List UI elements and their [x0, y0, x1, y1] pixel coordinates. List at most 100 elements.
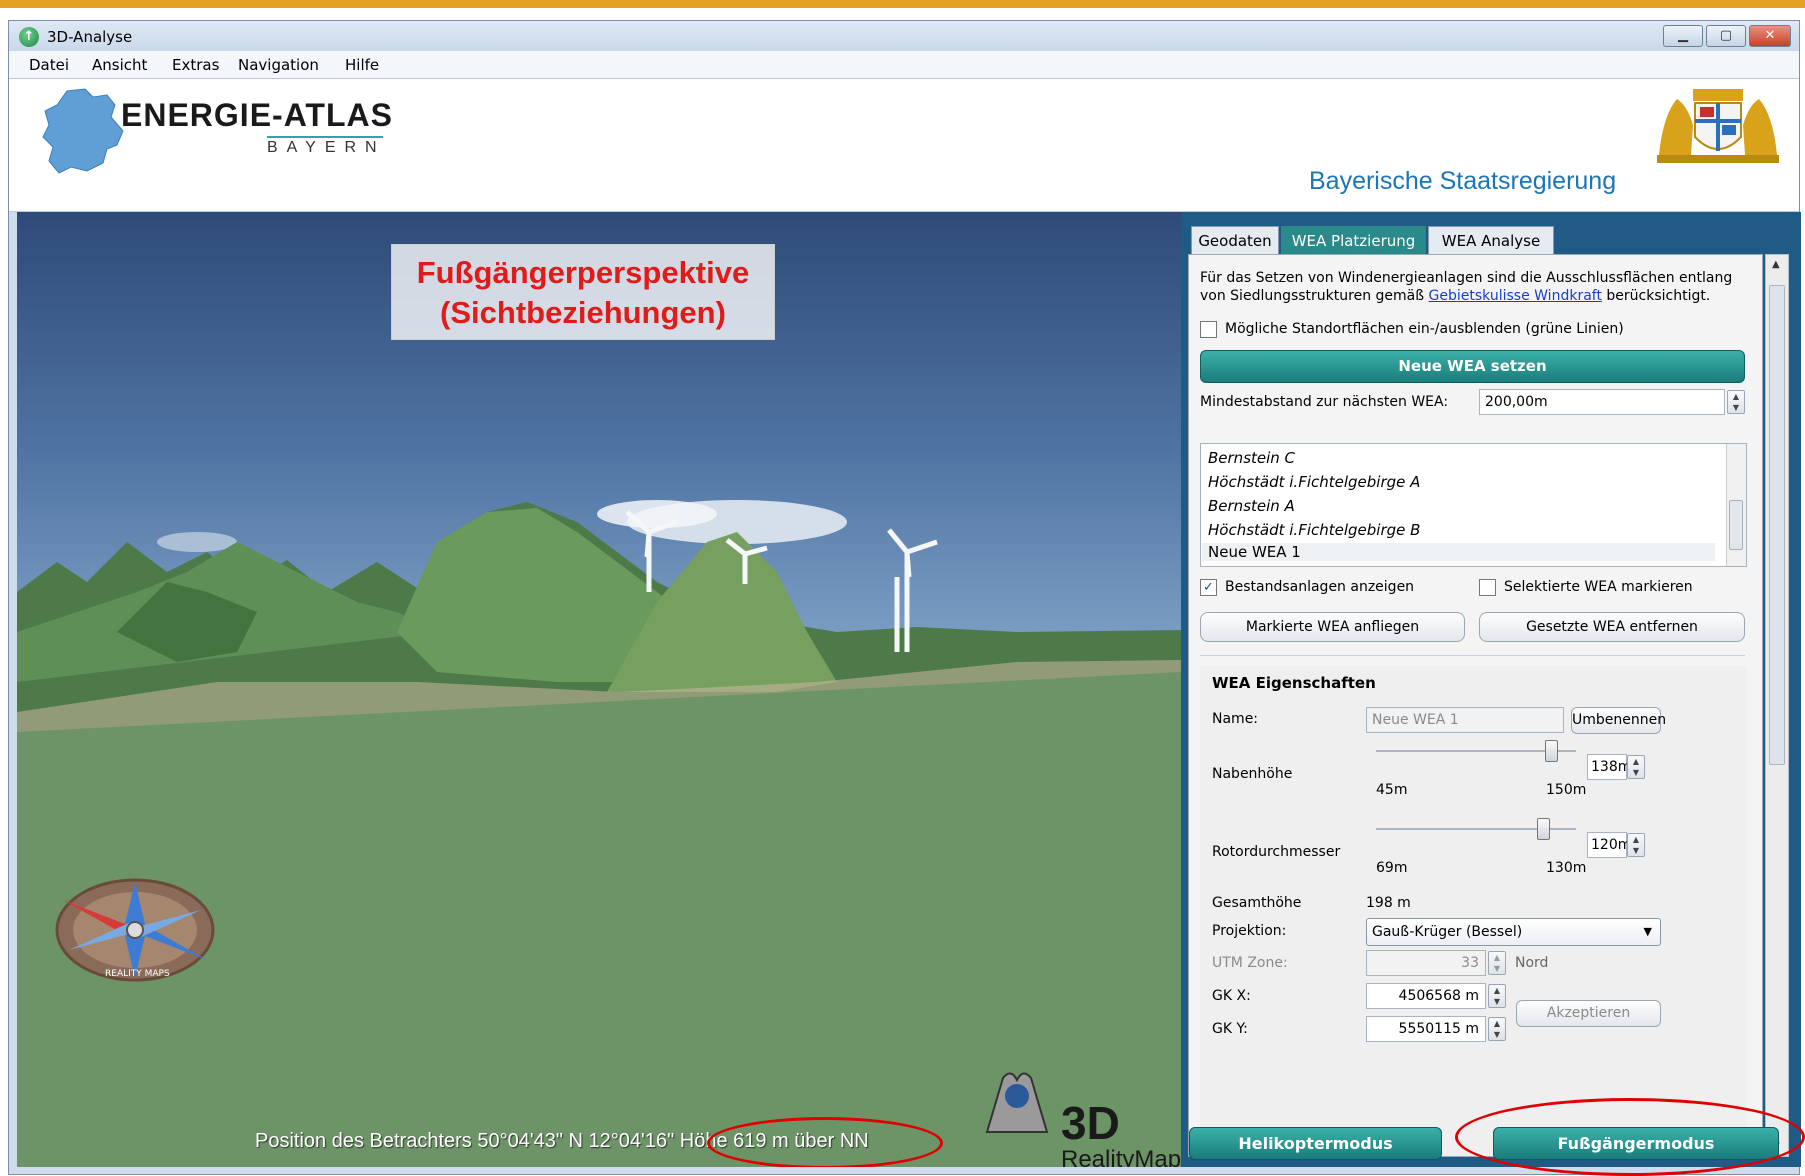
callout-line-1: Fußgängerperspektive: [416, 255, 750, 290]
chevron-down-icon: ▼: [1643, 925, 1652, 938]
projection-select[interactable]: Gauß-Krüger (Bessel) ▼: [1366, 918, 1661, 946]
divider: [1200, 655, 1745, 656]
logo-divider: [267, 136, 383, 138]
projection-label: Projektion:: [1212, 923, 1287, 939]
realitymaps-brand: 3D RealityMaps: [1061, 1100, 1181, 1167]
utm-label: UTM Zone:: [1212, 955, 1288, 971]
panel-scrollbar[interactable]: ▲ ▼: [1765, 254, 1789, 1157]
utm-hemisphere: Nord: [1515, 955, 1549, 971]
projection-value: Gauß-Krüger (Bessel): [1372, 924, 1523, 940]
hub-height-slider-handle[interactable]: [1545, 740, 1558, 762]
gkx-stepper[interactable]: ▲ ▼: [1488, 984, 1506, 1008]
side-panel: Geodaten WEA Platzierung WEA Analyse Für…: [1181, 212, 1801, 1167]
name-input[interactable]: Neue WEA 1: [1366, 707, 1564, 733]
placement-hint: Für das Setzen von Windenergieanlagen si…: [1200, 269, 1740, 305]
government-name: Bayerische Staatsregierung: [1309, 167, 1617, 195]
wea-list-scrollbar[interactable]: [1726, 444, 1746, 566]
gky-stepper[interactable]: ▲ ▼: [1488, 1017, 1506, 1041]
menu-extras[interactable]: Extras: [172, 56, 219, 74]
gebietskulisse-link[interactable]: Gebietskulisse Windkraft: [1429, 288, 1602, 304]
list-item[interactable]: Höchstädt i.Fichtelgebirge A: [1208, 473, 1420, 491]
new-wea-button[interactable]: Neue WEA setzen: [1200, 350, 1745, 383]
accept-button[interactable]: Akzeptieren: [1516, 1000, 1661, 1027]
brand-3d: 3D: [1061, 1097, 1120, 1149]
menu-ansicht[interactable]: Ansicht: [92, 56, 147, 74]
logo-subtitle: BAYERN: [267, 139, 386, 156]
remove-wea-button[interactable]: Gesetzte WEA entfernen: [1479, 612, 1745, 642]
min-distance-label: Mindestabstand zur nächsten WEA:: [1200, 394, 1449, 410]
list-item[interactable]: Höchstädt i.Fichtelgebirge B: [1208, 521, 1420, 539]
hub-height-label: Nabenhöhe: [1212, 766, 1293, 782]
tab-geodaten[interactable]: Geodaten: [1191, 226, 1279, 254]
hub-height-input[interactable]: 138m: [1587, 754, 1631, 780]
rotor-stepper[interactable]: ▲ ▼: [1627, 833, 1645, 857]
fly-to-button[interactable]: Markierte WEA anfliegen: [1200, 612, 1465, 642]
annotation-ellipse-height: [707, 1117, 943, 1167]
hub-height-stepper[interactable]: ▲ ▼: [1627, 755, 1645, 779]
menu-bar: Datei Ansicht Extras Navigation Hilfe: [9, 51, 1799, 79]
mark-selected-checkbox[interactable]: [1479, 579, 1496, 596]
tab-wea-platzierung[interactable]: WEA Platzierung: [1281, 226, 1426, 254]
mark-selected-label: Selektierte WEA markieren: [1504, 579, 1693, 595]
header-banner: ENERGIE-ATLAS BAYERN Bayerische Staatsre…: [9, 79, 1799, 212]
tab-wea-analyse[interactable]: WEA Analyse: [1428, 226, 1554, 254]
show-existing-checkbox[interactable]: ✓: [1200, 579, 1217, 596]
scroll-up-icon[interactable]: ▲: [1772, 259, 1780, 270]
bavaria-map-logo: [42, 88, 124, 174]
brand-name: RealityMaps: [1061, 1146, 1181, 1167]
rotor-slider-handle[interactable]: [1537, 818, 1550, 840]
title-bar: ↑ 3D-Analyse ▁ ▢ ✕: [9, 21, 1799, 51]
menu-datei[interactable]: Datei: [29, 56, 69, 74]
app-window: ↑ 3D-Analyse ▁ ▢ ✕ Datei Ansicht Extras …: [8, 20, 1801, 1175]
terrain-scene: REALITY MAPS: [17, 500, 1181, 1167]
rotor-input[interactable]: 120m: [1587, 832, 1631, 858]
total-height-value: 198 m: [1366, 895, 1411, 911]
menu-navigation[interactable]: Navigation: [238, 56, 319, 74]
close-button[interactable]: ✕: [1749, 25, 1791, 47]
properties-title: WEA Eigenschaften: [1212, 674, 1376, 692]
hint-suffix: berücksichtigt.: [1601, 288, 1711, 304]
menu-hilfe[interactable]: Hilfe: [345, 56, 379, 74]
name-label: Name:: [1212, 711, 1259, 727]
minimize-button[interactable]: ▁: [1663, 25, 1703, 47]
perspective-callout: Fußgängerperspektive (Sichtbeziehungen): [391, 244, 775, 340]
coat-of-arms-logo: [1657, 89, 1779, 163]
window-title: 3D-Analyse: [47, 28, 133, 46]
min-distance-input[interactable]: 200,00m: [1479, 389, 1725, 415]
gky-input[interactable]: 5550115 m: [1366, 1016, 1486, 1042]
wea-list[interactable]: Bernstein C Höchstädt i.Fichtelgebirge A…: [1200, 443, 1747, 567]
list-item[interactable]: Bernstein A: [1208, 497, 1295, 515]
rename-button[interactable]: Umbenennen: [1571, 707, 1666, 734]
gkx-label: GK X:: [1212, 988, 1251, 1004]
maximize-button[interactable]: ▢: [1706, 25, 1746, 47]
compass-label: REALITY MAPS: [105, 969, 170, 979]
rotor-max: 130m: [1546, 860, 1587, 876]
show-existing-label: Bestandsanlagen anzeigen: [1225, 579, 1415, 595]
helicopter-mode-button[interactable]: Helikoptermodus: [1189, 1127, 1442, 1160]
rotor-min: 69m: [1376, 860, 1408, 876]
panel-scroll-thumb[interactable]: [1769, 285, 1785, 765]
hub-min: 45m: [1376, 782, 1408, 798]
list-item-selected[interactable]: Neue WEA 1: [1202, 543, 1715, 561]
list-item[interactable]: Bernstein C: [1208, 449, 1295, 467]
logo-title: ENERGIE-ATLAS: [121, 97, 393, 133]
total-height-label: Gesamthöhe: [1212, 895, 1302, 911]
min-distance-stepper[interactable]: ▲ ▼: [1727, 390, 1745, 414]
placement-panel: Für das Setzen von Windenergieanlagen si…: [1188, 254, 1763, 1157]
callout-line-2: (Sichtbeziehungen): [440, 295, 726, 330]
annotation-ellipse-pedestrian: [1455, 1098, 1805, 1176]
position-coordinates: Position des Betrachters 50°04'43" N 12°…: [255, 1130, 680, 1152]
compass-icon[interactable]: REALITY MAPS: [55, 878, 215, 982]
3d-viewport[interactable]: REALITY MAPS Fußgängerperspektive (Sicht…: [17, 212, 1181, 1167]
wea-properties-group: WEA Eigenschaften Name: Neue WEA 1 Umben…: [1200, 666, 1747, 1156]
gky-label: GK Y:: [1212, 1021, 1248, 1037]
gkx-input[interactable]: 4506568 m: [1366, 983, 1486, 1009]
show-sites-checkbox[interactable]: [1200, 321, 1217, 338]
hub-max: 150m: [1546, 782, 1587, 798]
rotor-label: Rotordurchmesser: [1212, 844, 1341, 860]
show-sites-label: Mögliche Standortflächen ein-/ausblenden…: [1225, 321, 1624, 337]
utm-zone-stepper: ▲ ▼: [1488, 951, 1506, 975]
utm-zone-input: 33: [1366, 950, 1486, 976]
top-accent-stripe: [0, 0, 1805, 8]
app-icon: ↑: [19, 27, 39, 47]
